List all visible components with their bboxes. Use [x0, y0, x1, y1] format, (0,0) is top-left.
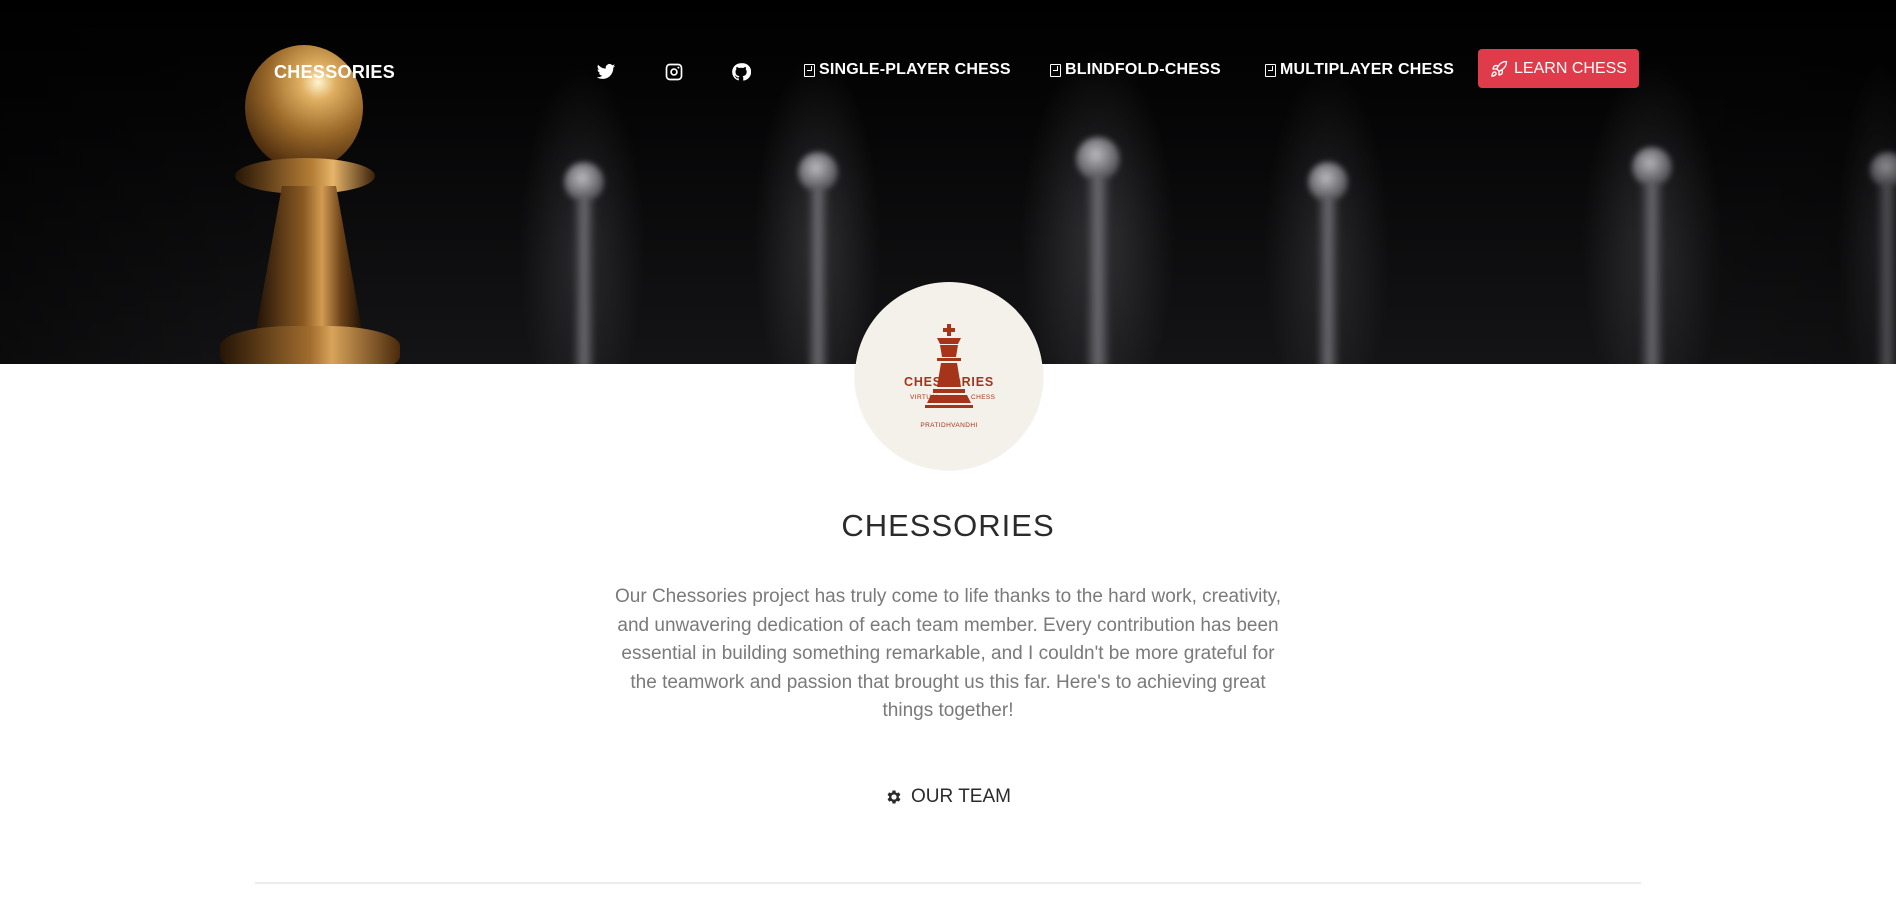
nav-link-blindfold[interactable]: BLINDFOLD-CHESS [1050, 61, 1221, 79]
our-team-label: OUR TEAM [911, 786, 1011, 807]
rocket-icon [1491, 60, 1508, 77]
section-divider [255, 882, 1641, 884]
brand-link[interactable]: CHESSORIES [274, 62, 395, 83]
instagram-icon[interactable] [662, 60, 686, 84]
logo-right-word: CHESS [971, 394, 996, 401]
nav-link-single-player[interactable]: SINGLE-PLAYER CHESS [804, 61, 1011, 79]
learn-chess-button[interactable]: LEARN CHESS [1478, 49, 1639, 88]
twitter-icon[interactable] [594, 60, 618, 84]
logo-left-word: VIRTUAL [910, 394, 940, 401]
learn-chess-label: LEARN CHESS [1514, 59, 1627, 77]
logo-name: CHESSORIES [904, 375, 994, 389]
nav-link-label: MULTIPLAYER CHESS [1280, 61, 1455, 78]
chessories-logo: CHESSORIES VIRTUAL CHESS PRATIDHVANDHI [855, 282, 1043, 470]
logo-bottom-word: PRATIDHVANDHI [920, 422, 977, 429]
page-title: CHESSORIES [841, 508, 1055, 543]
nav-link-label: SINGLE-PLAYER CHESS [819, 61, 1011, 78]
project-description: Our Chessories project has truly come to… [615, 586, 1281, 721]
nav-link-multiplayer[interactable]: MULTIPLAYER CHESS [1265, 61, 1454, 79]
github-icon[interactable] [729, 60, 753, 84]
nav-link-label: BLINDFOLD-CHESS [1065, 61, 1221, 78]
document-icon [804, 63, 815, 77]
document-icon [1265, 63, 1276, 77]
our-team-link[interactable]: OUR TEAM [0, 786, 1896, 808]
document-icon [1050, 63, 1061, 77]
gear-icon [887, 790, 901, 804]
